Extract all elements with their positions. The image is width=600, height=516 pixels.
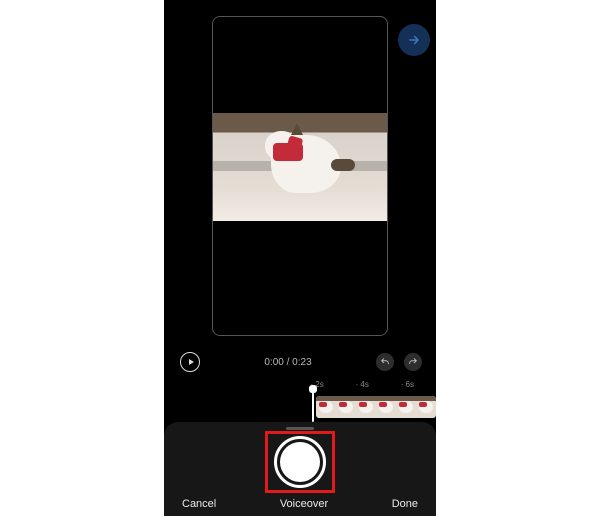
clip-frame [376, 396, 396, 418]
timeline-ruler: 2s 4s 6s [164, 380, 436, 396]
video-preview-frame[interactable] [212, 16, 388, 336]
phone-screen: 0:00 / 0:23 2s 4s 6s [164, 0, 436, 516]
timecode-display: 0:00 / 0:23 [200, 357, 376, 368]
undo-button[interactable] [376, 353, 394, 371]
play-button[interactable] [180, 352, 200, 372]
total-duration: 0:23 [292, 357, 311, 368]
time-marker: 4s [356, 380, 369, 396]
play-icon [189, 359, 194, 365]
done-button[interactable]: Done [392, 498, 418, 510]
clip-frame [316, 396, 336, 418]
voiceover-panel: Cancel Voiceover Done [164, 422, 436, 516]
next-button[interactable] [398, 24, 430, 56]
cat-bandana [273, 143, 303, 161]
voiceover-toolbar: Cancel Voiceover Done [164, 498, 436, 510]
clip-frame [336, 396, 356, 418]
current-time: 0:00 [264, 357, 283, 368]
playback-controls: 0:00 / 0:23 [164, 346, 436, 378]
video-thumbnail [213, 113, 387, 221]
panel-title: Voiceover [216, 498, 391, 510]
cancel-button[interactable]: Cancel [182, 498, 216, 510]
record-button[interactable] [274, 436, 326, 488]
record-icon [280, 442, 320, 482]
redo-icon [408, 357, 418, 367]
clip-frame [356, 396, 376, 418]
time-marker: 6s [401, 380, 414, 396]
clip-frame [396, 396, 416, 418]
panel-handle[interactable] [286, 427, 314, 430]
timeline-playhead[interactable] [312, 390, 314, 422]
timeline-clip-track[interactable] [316, 396, 436, 418]
arrow-right-icon [407, 33, 421, 47]
history-controls [376, 353, 422, 371]
redo-button[interactable] [404, 353, 422, 371]
cat-tail [331, 159, 355, 171]
undo-icon [380, 357, 390, 367]
clip-frame [416, 396, 436, 418]
cat-ear [291, 123, 303, 135]
time-separator: / [284, 357, 292, 368]
